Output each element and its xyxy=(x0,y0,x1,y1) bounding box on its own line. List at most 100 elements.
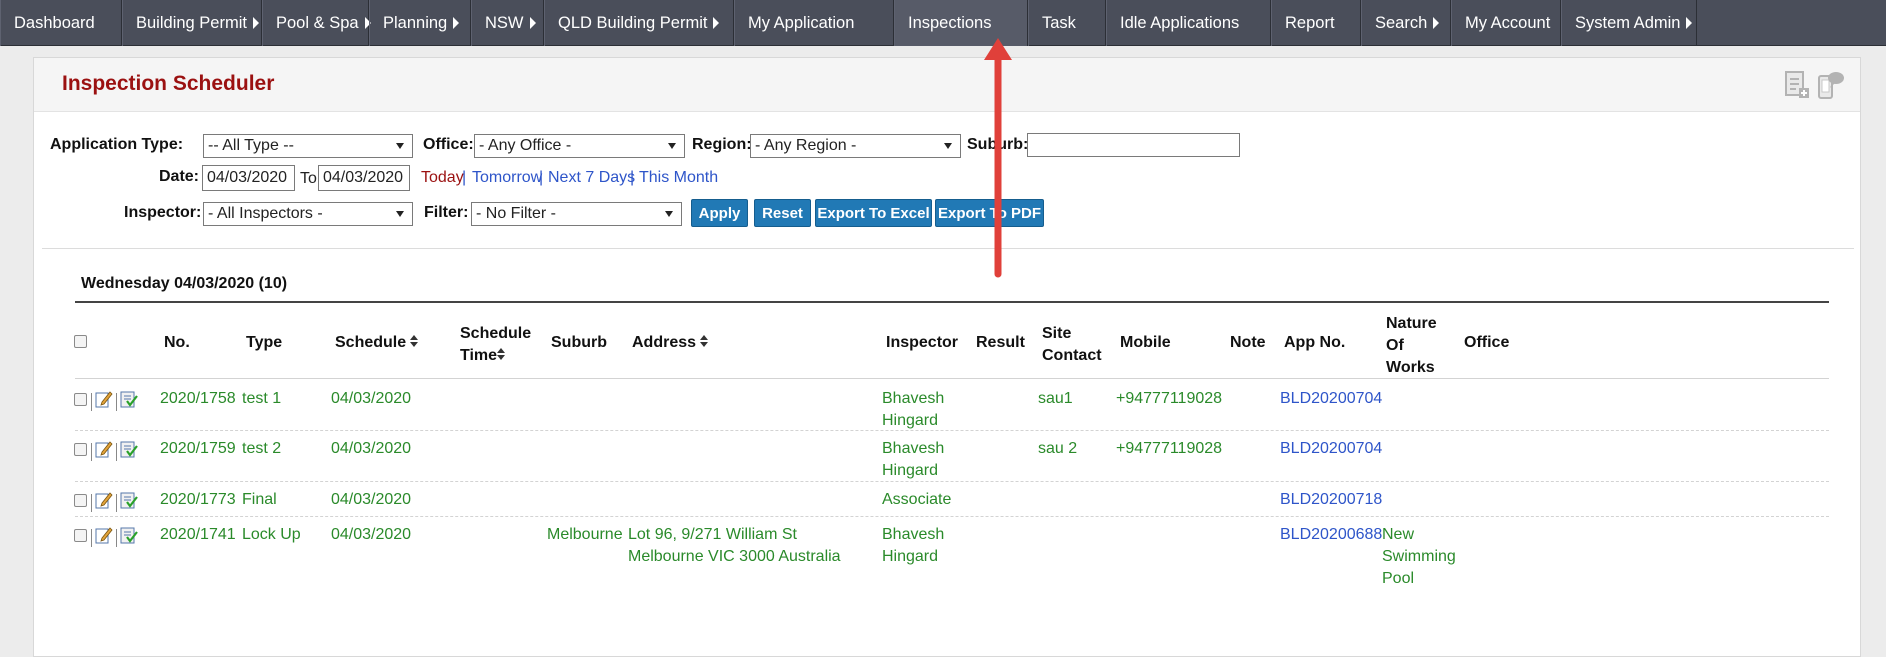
cell-nature: New Swimming Pool xyxy=(1382,526,1456,587)
edit-icon[interactable] xyxy=(95,491,113,514)
application-type-label: Application Type: xyxy=(50,136,184,153)
today-link[interactable]: Today xyxy=(421,169,464,187)
cell-app-no[interactable]: BLD20200704 xyxy=(1280,388,1382,410)
sort-icon[interactable] xyxy=(410,332,419,354)
nav-item-label: System Admin xyxy=(1575,13,1681,32)
action-divider xyxy=(116,528,117,547)
nav-item-report[interactable]: Report xyxy=(1271,0,1361,46)
day-rule xyxy=(75,301,1829,303)
annotation-arrow xyxy=(983,38,1013,278)
col-site-contact: Site Contact xyxy=(1042,325,1102,364)
date-to-label: To xyxy=(300,170,317,187)
caret-right-icon xyxy=(453,17,460,29)
sort-icon[interactable] xyxy=(700,332,709,354)
select-all-checkbox[interactable] xyxy=(74,335,87,348)
filter-select[interactable]: - No Filter - xyxy=(471,202,682,226)
nav-item-pool-spa[interactable]: Pool & Spa xyxy=(262,0,371,46)
reset-button[interactable]: Reset xyxy=(754,199,811,227)
sms-phone-icon[interactable] xyxy=(1816,70,1844,100)
region-select[interactable]: - Any Region - xyxy=(750,134,961,158)
nav-item-my-account[interactable]: My Account xyxy=(1451,0,1561,46)
nav-item-task[interactable]: Task xyxy=(1028,0,1106,46)
cell-address: Lot 96, 9/271 William St Melbourne VIC 3… xyxy=(628,526,841,565)
cell-type: Final xyxy=(242,491,277,508)
complete-inspection-icon[interactable] xyxy=(120,440,138,463)
nav-item-label: Building Permit xyxy=(136,13,247,32)
row-checkbox[interactable] xyxy=(74,393,87,406)
col-schedule-time[interactable]: Schedule Time xyxy=(460,323,532,367)
nav-item-nsw[interactable]: NSW xyxy=(471,0,544,46)
row-actions xyxy=(91,526,138,549)
col-address-label: Address xyxy=(632,334,697,352)
nav-item-system-admin[interactable]: System Admin xyxy=(1561,0,1697,46)
nav-item-label: Inspections xyxy=(908,13,992,32)
nav-item-qld-building-permit[interactable]: QLD Building Permit xyxy=(544,0,734,46)
apply-button[interactable]: Apply xyxy=(691,199,748,227)
row-separator xyxy=(75,516,1829,517)
complete-inspection-icon[interactable] xyxy=(120,526,138,549)
cell-inspector: Bhavesh Hingard xyxy=(882,390,945,429)
date-to-input[interactable]: 04/03/2020 xyxy=(318,165,410,191)
nav-item-dashboard[interactable]: Dashboard xyxy=(0,0,122,46)
col-office: Office xyxy=(1464,334,1510,351)
cell-schedule: 04/03/2020 xyxy=(331,491,412,508)
tomorrow-link[interactable]: Tomorrow xyxy=(472,169,542,187)
cell-inspector: Associate xyxy=(882,491,952,508)
header-icons xyxy=(1784,70,1844,100)
suburb-input[interactable] xyxy=(1027,133,1240,157)
col-address[interactable]: Address xyxy=(632,332,709,354)
next-7-days-link[interactable]: Next 7 Days xyxy=(548,169,635,187)
edit-icon[interactable] xyxy=(95,440,113,463)
nav-item-planning[interactable]: Planning xyxy=(369,0,471,46)
nav-item-building-permit[interactable]: Building Permit xyxy=(122,0,262,46)
nav-item-label: Pool & Spa xyxy=(276,13,359,32)
cell-site-contact: sau 2 xyxy=(1038,440,1078,457)
row-checkbox[interactable] xyxy=(74,529,87,542)
nav-item-my-application[interactable]: My Application xyxy=(734,0,894,46)
nav-item-search[interactable]: Search xyxy=(1361,0,1451,46)
filter-label: Filter: xyxy=(424,204,469,221)
col-nature-of-works: Nature Of Works xyxy=(1386,315,1437,376)
col-schedule-time-label: Schedule Time xyxy=(460,325,532,365)
date-from-input[interactable]: 04/03/2020 xyxy=(202,165,295,191)
cell-app-no[interactable]: BLD20200704 xyxy=(1280,438,1382,460)
col-schedule-label: Schedule xyxy=(335,334,407,352)
cell-type: Lock Up xyxy=(242,526,301,543)
cell-schedule: 04/03/2020 xyxy=(331,390,412,407)
export-excel-button[interactable]: Export To Excel xyxy=(815,199,932,227)
cell-mobile: +94777119028 xyxy=(1116,390,1223,407)
sort-icon[interactable] xyxy=(497,345,506,367)
nav-item-label: Search xyxy=(1375,13,1428,32)
header-separator xyxy=(75,378,1829,379)
edit-icon[interactable] xyxy=(95,390,113,413)
row-actions xyxy=(91,390,138,413)
col-app-no: App No. xyxy=(1284,334,1346,351)
cell-schedule: 04/03/2020 xyxy=(331,526,412,543)
action-divider xyxy=(116,392,117,411)
cell-app-no[interactable]: BLD20200718 xyxy=(1280,489,1382,511)
cell-no: 2020/1741 xyxy=(160,526,236,543)
complete-inspection-icon[interactable] xyxy=(120,390,138,413)
application-type-select[interactable]: -- All Type -- xyxy=(203,134,413,158)
cell-app-no[interactable]: BLD20200688 xyxy=(1280,524,1382,546)
col-note: Note xyxy=(1230,334,1266,351)
row-actions xyxy=(91,440,138,463)
cell-no: 2020/1758 xyxy=(160,390,236,407)
complete-inspection-icon[interactable] xyxy=(120,491,138,514)
cell-no: 2020/1759 xyxy=(160,440,236,457)
row-checkbox[interactable] xyxy=(74,494,87,507)
export-document-icon[interactable] xyxy=(1784,70,1810,100)
cell-site-contact: sau1 xyxy=(1038,390,1073,407)
this-month-link[interactable]: This Month xyxy=(639,169,718,187)
edit-icon[interactable] xyxy=(95,526,113,549)
nav-item-label: My Application xyxy=(748,13,855,32)
office-label: Office: xyxy=(423,136,474,153)
col-schedule[interactable]: Schedule xyxy=(335,332,419,354)
office-select[interactable]: - Any Office - xyxy=(474,134,685,158)
cell-suburb: Melbourne xyxy=(547,526,623,543)
col-inspector: Inspector xyxy=(886,334,959,351)
nav-item-label: Idle Applications xyxy=(1120,13,1240,32)
row-checkbox[interactable] xyxy=(74,443,87,456)
nav-item-idle-applications[interactable]: Idle Applications xyxy=(1106,0,1271,46)
inspector-select[interactable]: - All Inspectors - xyxy=(203,202,413,226)
